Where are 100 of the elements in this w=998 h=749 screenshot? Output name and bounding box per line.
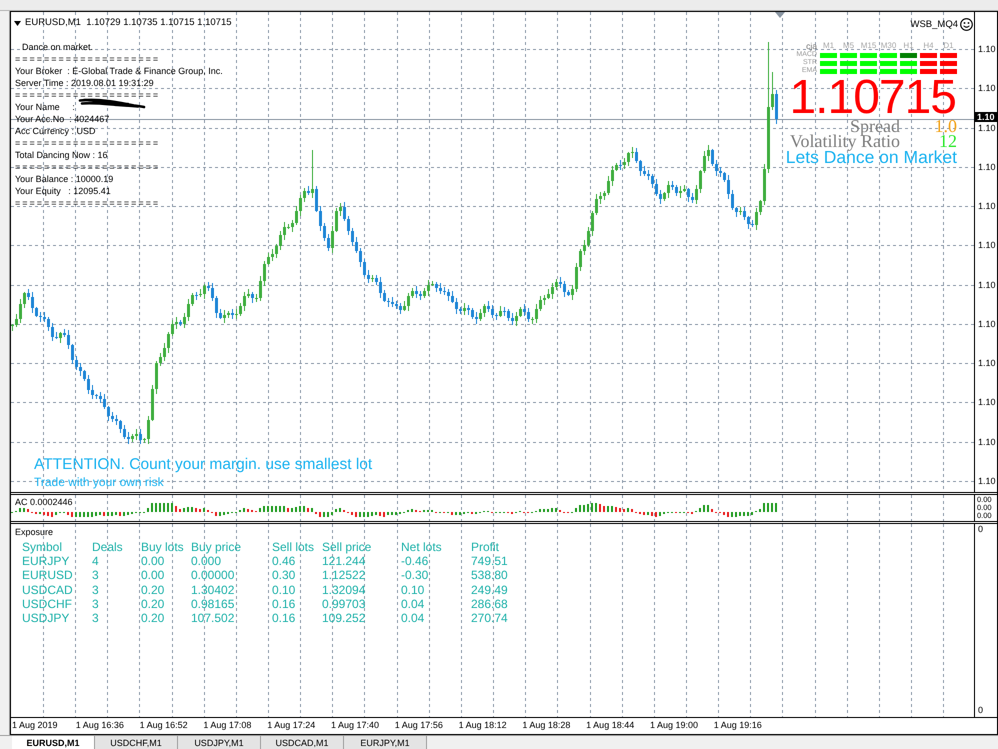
volatility-value: 12	[939, 134, 957, 149]
warning-text: ATTENTION. Count your margin. use smallest lot	[34, 456, 372, 473]
time-axis-label: 1 Aug 17:40	[330, 719, 380, 732]
time-axis-label: 1 Aug 17:56	[394, 719, 444, 732]
table-cell-text: 107.502	[191, 611, 236, 626]
time-axis-label: 1 Aug 18:28	[522, 719, 572, 732]
info-line: ====================	[15, 53, 160, 65]
spread-label: Spread	[850, 119, 900, 134]
table-cell-text: 0.000	[191, 554, 222, 568]
current-price-label: 1.10	[975, 112, 997, 122]
table-cell-text: 0.00	[141, 568, 166, 583]
column-header: Net lots	[401, 540, 443, 554]
column-header: Symbol	[22, 540, 64, 554]
chart-tab[interactable]: USDCAD,M1	[261, 736, 344, 749]
table-cell-text: USDCAD	[22, 582, 74, 597]
column-header: Buy lots	[141, 540, 185, 554]
table-cell-text: 4	[92, 554, 100, 568]
time-axis-label: 1 Aug 17:08	[203, 719, 252, 732]
exposure-axis-label: 0	[977, 524, 984, 534]
chart-tab[interactable]: USDCHF,M1	[95, 736, 178, 749]
time-axis-label: 1 Aug 19:16	[714, 719, 763, 732]
triangle-marker-icon[interactable]	[775, 12, 785, 18]
timeframe-label: D1	[942, 41, 955, 51]
price-axis-label: 1.10	[978, 202, 996, 211]
time-axis-label: 1 Aug 16:52	[140, 719, 189, 732]
table-cell-text: 1.12522	[322, 568, 366, 583]
table-cell-text: 249.49	[471, 582, 509, 597]
table-cell-text: USDJPY	[22, 611, 70, 626]
price-axis-label: 1.10	[978, 281, 996, 290]
info-line: Acc Currency : USD	[15, 125, 96, 137]
info-line: ====================	[15, 137, 160, 149]
price-axis-label: 1.10	[978, 438, 996, 447]
column-header: Sell lots	[272, 540, 316, 554]
table-cell-text: 0.20	[141, 582, 166, 597]
volatility-label: Volatility Ratio	[790, 134, 900, 149]
table-cell-text: 3	[92, 582, 100, 597]
price-axis-label: 1.10	[978, 477, 996, 486]
info-line: Server Time : 2019.08.01 19:31:29	[15, 77, 154, 89]
table-cell-text: 3	[92, 611, 100, 626]
note-text: Trade with your own risk	[34, 476, 164, 489]
expert-label: WSB_MQ4	[910, 18, 958, 30]
table-cell-text: 749.51	[471, 554, 509, 568]
table-cell-text: -0.30	[401, 568, 430, 583]
table-cell-text: 0.20	[141, 611, 166, 626]
time-axis-label: 1 Aug 18:44	[586, 719, 636, 732]
price-axis-label: 1.10	[978, 124, 996, 133]
table-cell-text: 538.80	[471, 568, 509, 583]
exposure-title: Exposure	[15, 527, 54, 538]
timeframe-label: M15	[860, 41, 877, 51]
table-cell-text: 0.99703	[322, 596, 366, 612]
table-cell-text: 0.10	[272, 582, 296, 597]
table-cell-text: 0.46	[272, 554, 296, 568]
info-line: Dance on market.	[21, 41, 94, 53]
table-cell-text: 3	[92, 568, 100, 583]
table-cell-text: 286.68	[471, 596, 509, 612]
column-header: Buy price	[191, 540, 242, 554]
price-axis-label: 1.10	[978, 84, 996, 93]
info-line: ====================	[15, 89, 160, 101]
spread-value: 1.0	[934, 119, 957, 134]
timeframe-label: H4	[922, 41, 935, 51]
table-cell-text: EURUSD	[22, 568, 74, 583]
table-cell-text: 1.32094	[322, 582, 366, 597]
timeframe-label: M30	[880, 41, 897, 51]
timeframe-label: H1	[902, 41, 915, 51]
column-header: Deals	[92, 540, 124, 554]
timeframe-label: M5	[842, 41, 856, 51]
indicator-title: AC 0.0002446	[15, 497, 74, 508]
info-line: ====================	[15, 197, 160, 209]
table-cell-text: 109.252	[322, 611, 366, 626]
exposure-axis-label: 0	[977, 705, 984, 715]
table-cell-text: 0.00	[141, 554, 166, 568]
timeframe-label: M1	[822, 41, 836, 51]
table-cell-text: 121.244	[322, 554, 366, 568]
chart-tab[interactable]: EURJPY,M1	[344, 736, 427, 749]
price-axis-label: 1.10	[978, 241, 996, 250]
table-cell-text: 0.04	[401, 611, 426, 626]
table-cell-text: 0.00000	[191, 568, 236, 583]
time-axis-label: 1 Aug 19:00	[650, 719, 700, 732]
column-header: Profit	[471, 540, 500, 554]
price-axis-label: 1.10	[978, 359, 996, 368]
chart-tab[interactable]: EURUSD,M1	[12, 736, 95, 749]
price-axis-label: 1.10	[978, 398, 996, 407]
table-cell-text: 3	[92, 596, 100, 612]
time-axis-label: 1 Aug 17:24	[267, 719, 316, 732]
price-display: 1.10715	[789, 77, 956, 119]
table-cell-text: 0.04	[401, 596, 426, 612]
table-cell-text: 0.20	[141, 596, 166, 612]
price-axis-label: 1.10	[978, 163, 996, 172]
time-axis-label: 1 Aug 16:36	[76, 719, 125, 732]
table-cell-text: 0.16	[272, 611, 296, 626]
table-cell-text: 0.98165	[191, 596, 236, 612]
table-cell-text: EURJPY	[22, 554, 70, 568]
price-axis-label: 1.10	[978, 45, 996, 54]
caret-icon[interactable]	[14, 20, 21, 26]
table-cell-text: 0.30	[272, 568, 296, 583]
time-axis-label: 1 Aug 2019	[12, 719, 59, 732]
info-line: ====================	[15, 161, 160, 173]
chart-tab[interactable]: USDJPY,M1	[178, 736, 261, 749]
table-cell-text: 0.10	[401, 582, 426, 597]
info-line: Your Name :	[15, 101, 75, 113]
